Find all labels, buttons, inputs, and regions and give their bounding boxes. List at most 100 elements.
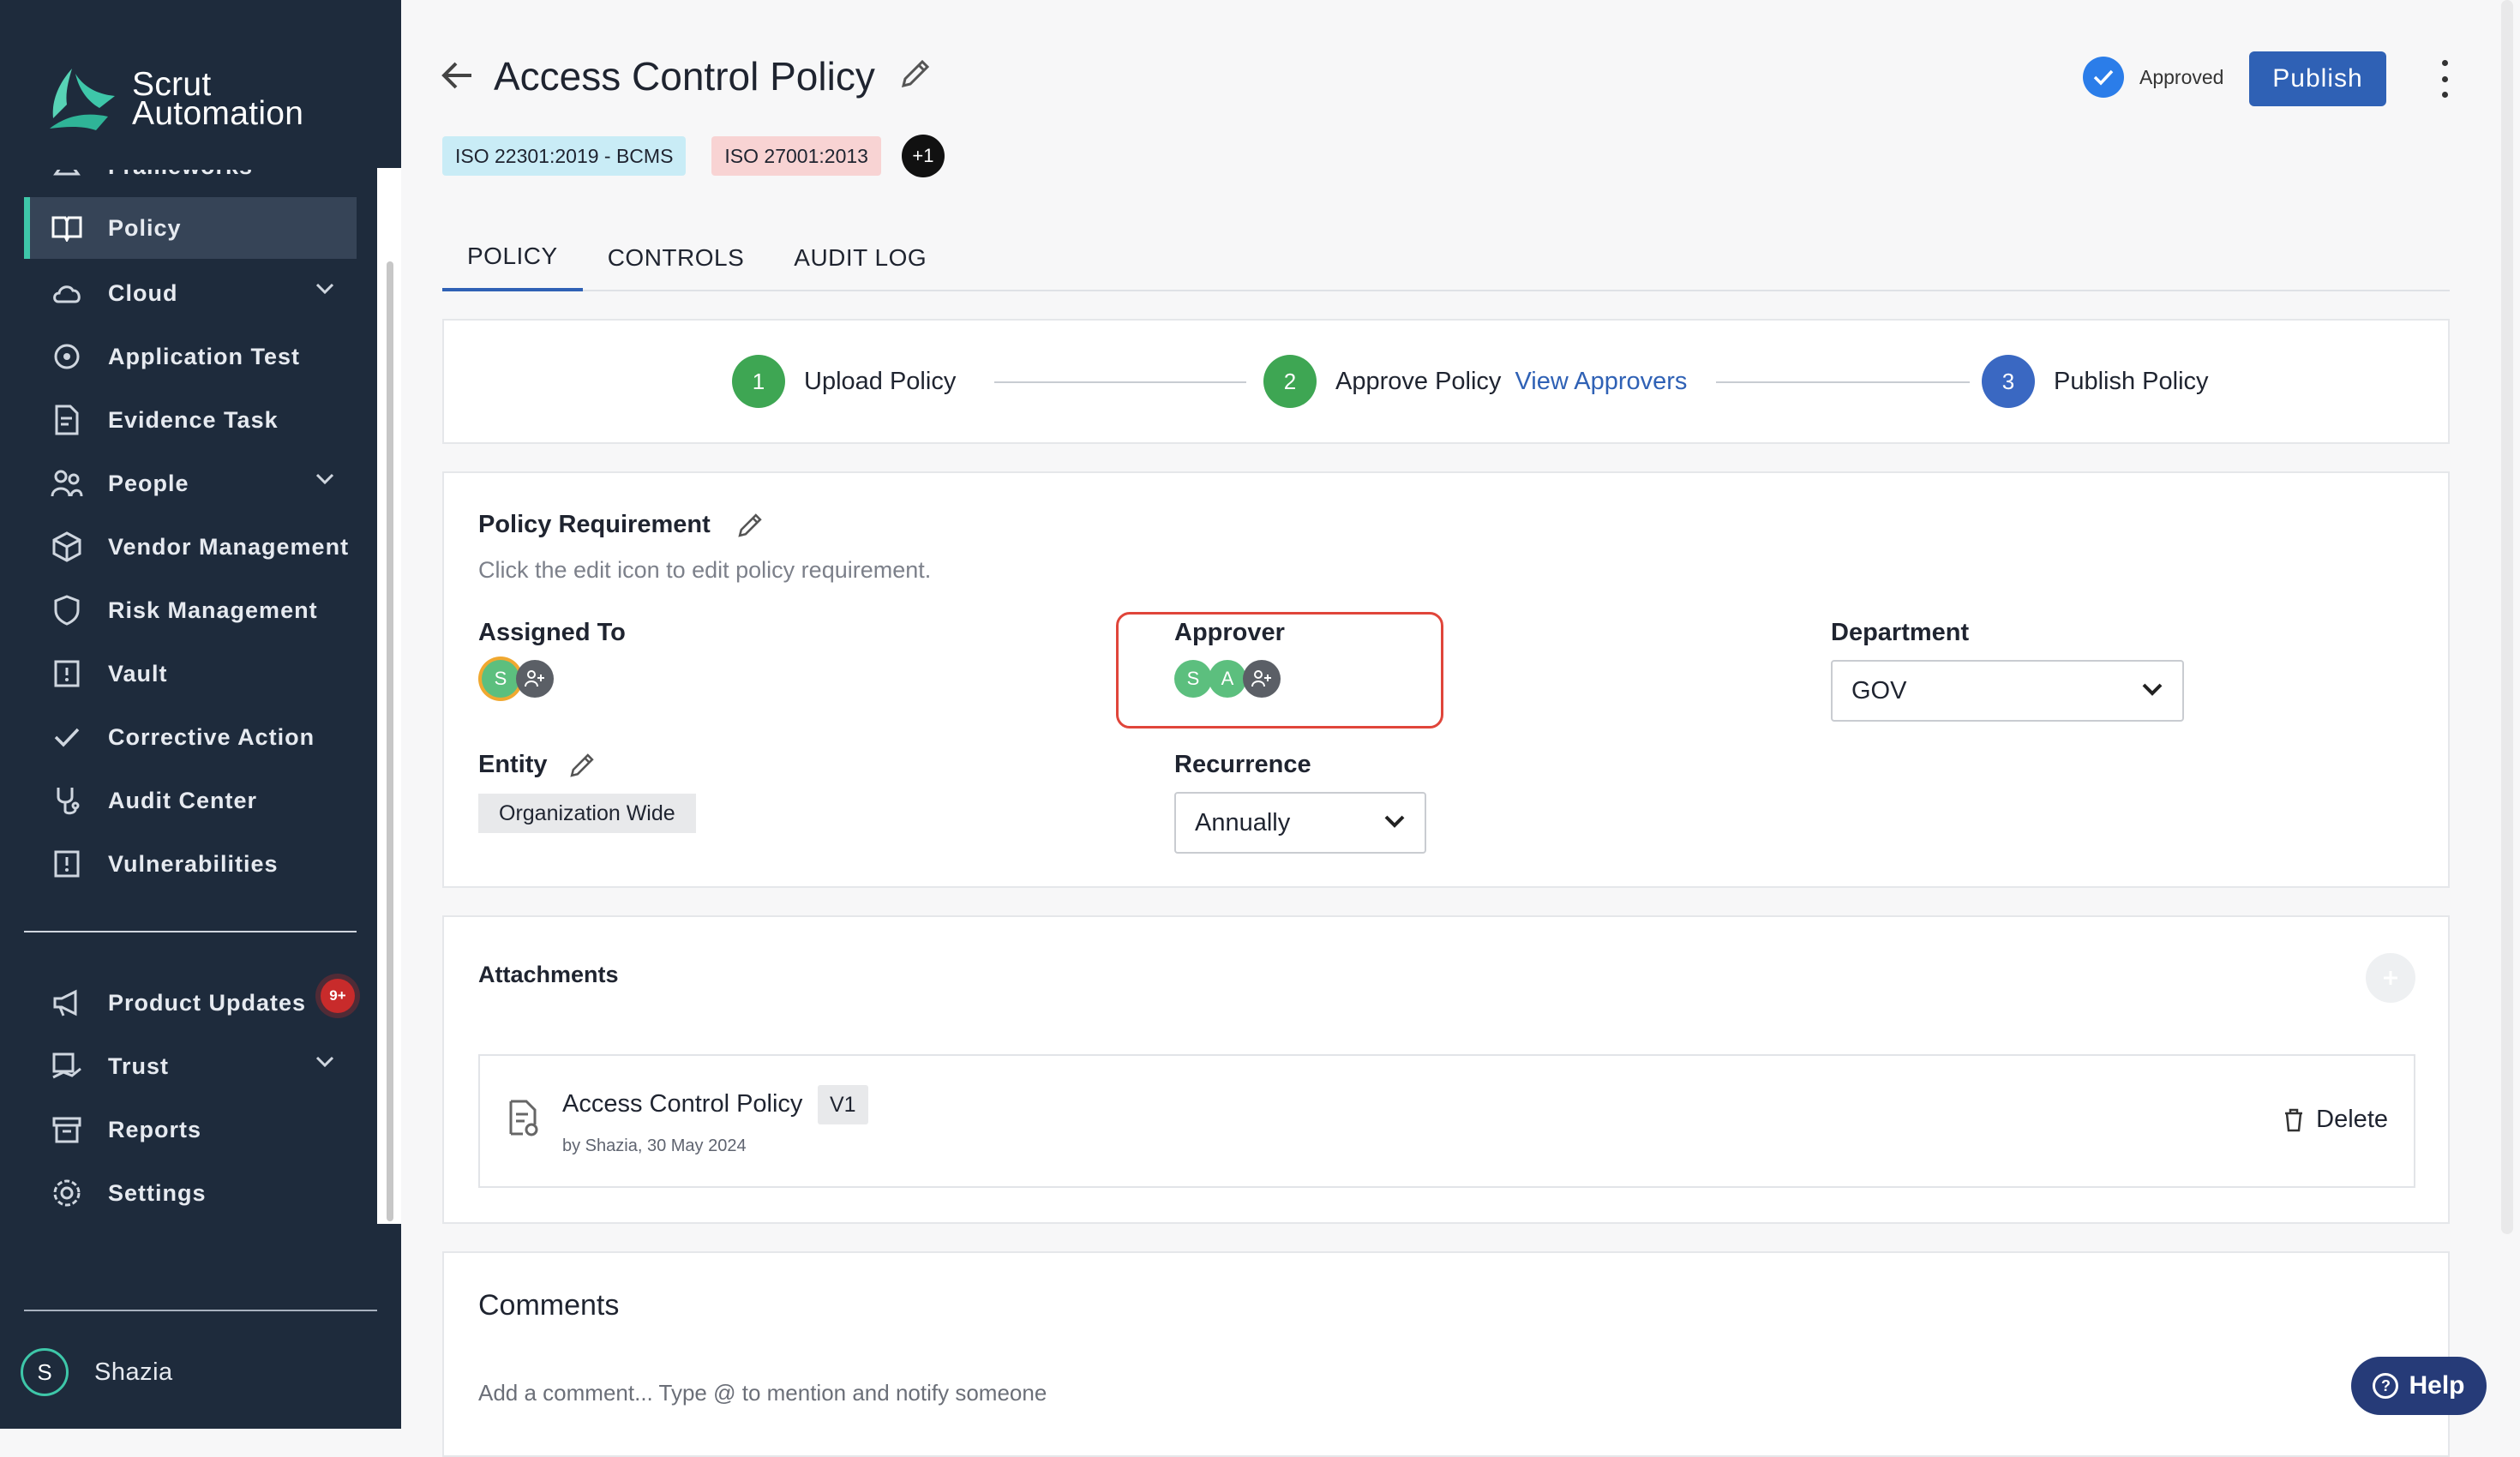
avatar[interactable]: S xyxy=(1174,660,1212,698)
trash-icon xyxy=(2285,1108,2303,1131)
cloud-icon xyxy=(50,276,84,310)
attachments-card: Attachments Access Control Policy V1 by … xyxy=(442,915,2450,1224)
sidebar-item-vault[interactable]: Vault xyxy=(24,643,357,705)
tab-audit-log[interactable]: AUDIT LOG xyxy=(769,225,951,291)
version-badge: V1 xyxy=(818,1085,868,1124)
approver-label: Approver xyxy=(1174,619,1285,646)
delete-button[interactable]: Delete xyxy=(2283,1106,2388,1134)
add-approver-icon[interactable] xyxy=(1243,660,1281,698)
people-icon xyxy=(50,466,84,501)
department-value: GOV xyxy=(1851,676,1907,705)
step-connector xyxy=(1716,381,1970,383)
sidebar-item-vulnerabilities[interactable]: Vulnerabilities xyxy=(24,833,357,895)
book-icon xyxy=(50,211,84,245)
chevron-down-icon xyxy=(315,283,334,295)
sidebar-item-frameworks[interactable]: Frameworks xyxy=(24,170,357,197)
sidebar-item-label: Audit Center xyxy=(108,787,257,813)
tab-policy[interactable]: POLICY xyxy=(442,225,583,291)
brand-logo[interactable]: Scrut Automation xyxy=(46,67,303,132)
help-label: Help xyxy=(2409,1371,2465,1400)
sidebar-scrollbar-thumb[interactable] xyxy=(387,261,393,1221)
department-select[interactable]: GOV xyxy=(1831,660,2184,722)
plus-icon xyxy=(2384,971,2397,985)
sidebar-item-policy[interactable]: Policy xyxy=(24,197,357,259)
sidebar-item-risk-management[interactable]: Risk Management xyxy=(24,579,357,641)
sidebar-item-corrective-action[interactable]: Corrective Action xyxy=(24,706,357,768)
user-name: Shazia xyxy=(94,1358,173,1386)
sidebar-item-people[interactable]: People xyxy=(24,453,357,514)
framework-tag[interactable]: ISO 27001:2013 xyxy=(711,136,881,176)
sidebar-item-application-test[interactable]: Application Test xyxy=(24,326,357,387)
sidebar-item-label: Vendor Management xyxy=(108,533,350,560)
sidebar-item-audit-center[interactable]: Audit Center xyxy=(24,770,357,831)
sidebar-item-label: Policy xyxy=(108,214,182,241)
step-label: Upload Policy xyxy=(804,367,957,395)
tab-controls[interactable]: CONTROLS xyxy=(583,225,770,291)
step-publish-policy: 3 Publish Policy xyxy=(1982,355,2209,408)
edit-pencil-icon[interactable] xyxy=(898,57,933,91)
assigned-to-label: Assigned To xyxy=(478,619,626,646)
sidebar-item-label: Frameworks xyxy=(108,170,253,180)
section-title: Policy Requirement xyxy=(478,511,711,538)
sidebar-item-label: Vault xyxy=(108,660,168,687)
sidebar-item-product-updates[interactable]: Product Updates xyxy=(24,972,357,1034)
chevron-down-icon xyxy=(1384,815,1405,828)
comments-card: Comments Add a comment... Type @ to ment… xyxy=(442,1251,2450,1457)
help-button[interactable]: ? Help xyxy=(2351,1357,2487,1415)
sidebar-item-settings[interactable]: Settings xyxy=(24,1162,357,1224)
view-approvers-link[interactable]: View Approvers xyxy=(1515,368,1687,396)
step-number: 3 xyxy=(1982,355,2035,408)
status-badge: Approved xyxy=(2083,57,2223,98)
department-label: Department xyxy=(1831,619,1970,646)
section-title: Comments xyxy=(478,1289,620,1322)
sidebar-item-label: Trust xyxy=(108,1052,170,1079)
sidebar: Scrut Automation Frameworks Policy Cloud… xyxy=(0,0,401,1429)
step-connector xyxy=(994,381,1246,383)
more-options-icon[interactable] xyxy=(2427,60,2462,98)
step-label: Approve Policy xyxy=(1335,367,1502,395)
publish-button[interactable]: Publish xyxy=(2249,51,2386,106)
add-attachment-button[interactable] xyxy=(2366,953,2415,1003)
back-arrow-icon[interactable] xyxy=(441,60,475,91)
user-profile[interactable]: S Shazia xyxy=(21,1348,173,1396)
framework-tags: ISO 22301:2019 - BCMS ISO 27001:2013 +1 xyxy=(442,135,970,177)
more-tags-badge[interactable]: +1 xyxy=(901,135,945,177)
edit-pencil-icon[interactable] xyxy=(567,751,597,780)
sidebar-item-evidence-task[interactable]: Evidence Task xyxy=(24,389,357,451)
sidebar-item-label: Settings xyxy=(108,1179,207,1206)
chevron-down-icon xyxy=(315,473,334,485)
evidence-icon xyxy=(50,403,84,437)
avatar[interactable]: S xyxy=(482,660,519,698)
sidebar-item-label: Reports xyxy=(108,1116,202,1142)
sidebar-item-cloud[interactable]: Cloud xyxy=(24,262,357,324)
sidebar-divider xyxy=(24,931,357,932)
page-scrollbar[interactable] xyxy=(2501,0,2513,1234)
add-assignee-icon[interactable] xyxy=(516,660,554,698)
sidebar-item-label: Risk Management xyxy=(108,597,318,623)
avatar[interactable]: A xyxy=(1209,660,1246,698)
edit-pencil-icon[interactable] xyxy=(735,511,765,540)
framework-tag[interactable]: ISO 22301:2019 - BCMS xyxy=(442,136,687,176)
notification-badge: 9+ xyxy=(321,979,355,1013)
sidebar-item-trust[interactable]: Trust xyxy=(24,1035,357,1097)
sidebar-item-vendor-management[interactable]: Vendor Management xyxy=(24,516,357,578)
recurrence-value: Annually xyxy=(1195,808,1291,836)
sidebar-item-label: People xyxy=(108,470,189,496)
attachment-meta: by Shazia, 30 May 2024 xyxy=(562,1136,747,1155)
archive-icon xyxy=(50,1112,84,1147)
sidebar-nav: Frameworks Policy Cloud Application Test… xyxy=(0,170,377,1224)
check-circle-icon xyxy=(2083,57,2124,98)
sidebar-item-reports[interactable]: Reports xyxy=(24,1099,357,1160)
document-icon xyxy=(509,1100,538,1136)
workflow-stepper: 1 Upload Policy 2 Approve Policy View Ap… xyxy=(442,319,2450,444)
attachment-row[interactable]: Access Control Policy V1 by Shazia, 30 M… xyxy=(478,1054,2415,1188)
recurrence-select[interactable]: Annually xyxy=(1174,792,1426,854)
comment-input[interactable]: Add a comment... Type @ to mention and n… xyxy=(478,1380,1047,1406)
sidebar-item-label: Product Updates xyxy=(108,989,307,1016)
scrut-logo-icon xyxy=(50,69,115,130)
step-upload-policy: 1 Upload Policy xyxy=(732,355,956,408)
attachment-name[interactable]: Access Control Policy xyxy=(562,1090,802,1118)
sidebar-item-label: Evidence Task xyxy=(108,406,279,433)
sidebar-divider xyxy=(24,1310,377,1311)
check-icon xyxy=(50,720,84,754)
